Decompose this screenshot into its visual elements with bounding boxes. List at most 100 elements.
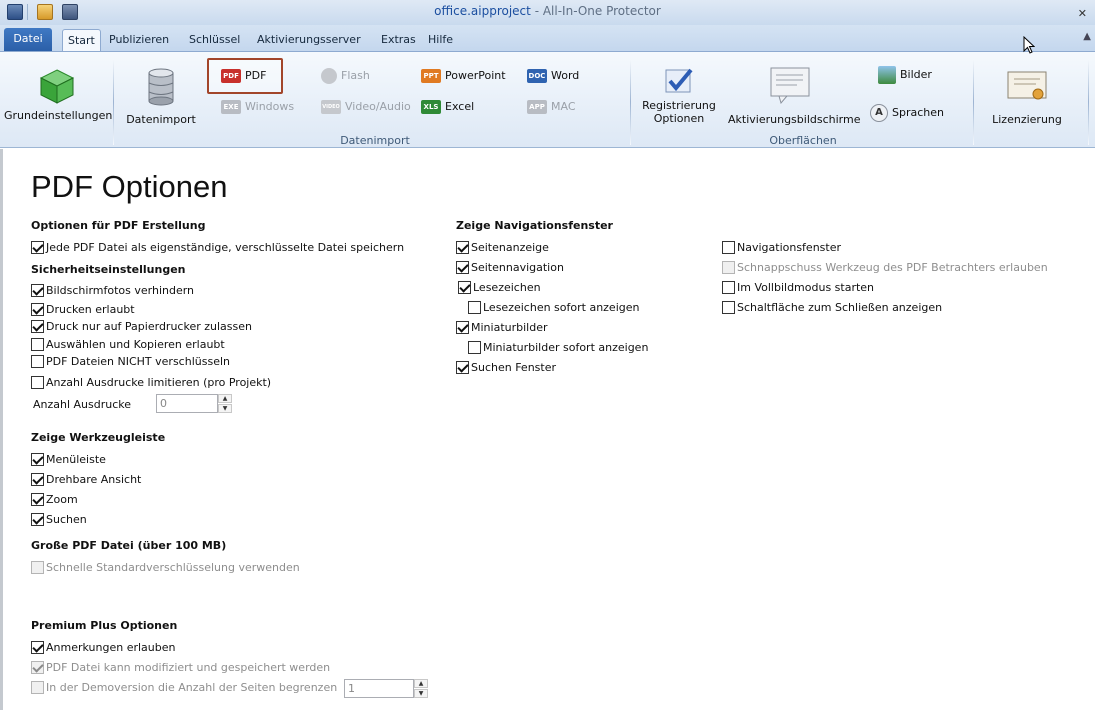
checkbox-box[interactable] [31,560,44,574]
checkbox-box[interactable] [31,375,44,389]
stepper-up-icon[interactable]: ▲ [218,394,232,403]
page-title: PDF Optionen [31,169,228,204]
demo-pages-stepper[interactable]: 1 ▲ ▼ [344,679,428,698]
checkbox-label: Im Vollbildmodus starten [737,281,875,294]
bookmarks-immediate-checkbox[interactable]: Lesezeichen sofort anzeigen [468,300,639,316]
print-count-input[interactable]: 0 [156,394,218,413]
pdf-import-button[interactable]: PDF PDF [221,66,266,86]
checkbox-box[interactable] [31,472,44,486]
search-checkbox[interactable]: Suchen [31,512,87,528]
print-allowed-checkbox[interactable]: Drucken erlaubt [31,302,135,318]
licensing-button[interactable]: Lizenzierung [985,58,1069,130]
checkbox-box[interactable] [456,260,469,274]
group-label-data-import: Datenimport [340,134,410,147]
checkbox-box[interactable] [31,354,44,368]
windows-import-button[interactable]: EXE Windows [221,97,294,117]
checkbox-box[interactable] [31,640,44,654]
fast-encryption-checkbox[interactable]: Schnelle Standardverschlüsselung verwend… [31,560,300,576]
checkbox-box[interactable] [31,319,44,333]
zoom-checkbox[interactable]: Zoom [31,492,78,508]
navigation-pane-checkbox[interactable]: Navigationsfenster [722,240,841,256]
window-title-separator: - [530,4,543,18]
stepper-up-icon[interactable]: ▲ [414,679,428,688]
fullscreen-start-checkbox[interactable]: Im Vollbildmodus starten [722,280,874,296]
demo-pages-input[interactable]: 1 [344,679,414,698]
thumbnails-checkbox[interactable]: Miniaturbilder [456,320,548,336]
word-import-button[interactable]: DOC Word [527,66,579,86]
page-display-checkbox[interactable]: Seitenanzeige [456,240,549,256]
mac-import-button[interactable]: APP MAC [527,97,576,117]
pdf-creation-heading: Optionen für PDF Erstellung [31,219,206,232]
tab-help[interactable]: Hilfe [423,29,458,51]
each-pdf-separate-checkbox[interactable]: Jede PDF Datei als eigenständige, versch… [31,240,404,256]
menubar-checkbox[interactable]: Menüleiste [31,452,106,468]
tab-publish[interactable]: Publizieren [104,29,174,51]
flash-import-button[interactable]: Flash [321,66,370,86]
thumbnails-immediate-checkbox[interactable]: Miniaturbilder sofort anzeigen [468,340,648,356]
modify-save-checkbox[interactable]: PDF Datei kann modifiziert und gespeiche… [31,660,330,676]
checkbox-box[interactable] [31,452,44,466]
tab-start[interactable]: Start [62,29,101,51]
checkbox-box[interactable] [722,240,735,254]
ribbon-collapse-icon[interactable]: ▲ [1083,31,1091,42]
registration-options-button[interactable]: Registrierung Optionen [640,58,718,130]
group-label-surfaces: Oberflächen [769,134,837,147]
search-window-checkbox[interactable]: Suchen Fenster [456,360,556,376]
checkbox-box[interactable] [31,302,44,316]
checkbox-box[interactable] [456,360,469,374]
ribbon-divider [973,59,974,145]
video-audio-import-button[interactable]: VIDEO Video/Audio [321,97,411,117]
checkbox-box[interactable] [31,660,44,674]
select-copy-checkbox[interactable]: Auswählen und Kopieren erlaubt [31,337,225,353]
tab-keys[interactable]: Schlüssel [184,29,245,51]
checkbox-box[interactable] [456,320,469,334]
languages-button[interactable]: A Sprachen [870,103,944,123]
title-bar: office.aipproject - All-In-One Protector… [0,0,1095,25]
no-encryption-checkbox[interactable]: PDF Dateien NICHT verschlüsseln [31,354,230,370]
print-count-stepper[interactable]: 0 ▲ ▼ [156,394,232,413]
checkbox-label: Menüleiste [46,453,106,466]
window-title: office.aipproject - All-In-One Protector [0,4,1095,18]
snapshot-tool-checkbox[interactable]: Schnappschuss Werkzeug des PDF Betrachte… [722,260,1048,276]
checkbox-box[interactable] [31,283,44,297]
checkbox-box[interactable] [31,337,44,351]
checkbox-box[interactable] [722,280,735,294]
basic-settings-button[interactable]: Grundeinstellungen [4,58,113,128]
tab-activation-server[interactable]: Aktivierungsserver [252,29,366,51]
app-icon: APP [527,100,547,114]
tab-extras[interactable]: Extras [376,29,421,51]
bookmarks-checkbox[interactable]: Lesezeichen [458,280,541,296]
basic-settings-label: Grundeinstellungen [4,109,113,122]
checkbox-box[interactable] [456,240,469,254]
checkbox-box[interactable] [458,280,471,294]
annotations-checkbox[interactable]: Anmerkungen erlauben [31,640,175,656]
page-navigation-checkbox[interactable]: Seitennavigation [456,260,564,276]
settings-cube-icon [39,69,75,104]
checkbox-box[interactable] [722,300,735,314]
powerpoint-import-button[interactable]: PPT PowerPoint [421,66,506,86]
excel-import-button[interactable]: XLS Excel [421,97,474,117]
checkbox-box[interactable] [468,340,481,354]
limit-prints-checkbox[interactable]: Anzahl Ausdrucke limitieren (pro Projekt… [31,375,271,391]
images-button[interactable]: Bilder [878,65,932,85]
tab-file[interactable]: Datei [4,28,52,51]
activation-screens-button[interactable]: Aktivierungsbildschirme [728,58,860,130]
checkbox-box[interactable] [722,260,735,274]
paper-printer-only-checkbox[interactable]: Druck nur auf Papierdrucker zulassen [31,319,252,335]
rotatable-view-checkbox[interactable]: Drehbare Ansicht [31,472,141,488]
prevent-screenshots-checkbox[interactable]: Bildschirmfotos verhindern [31,283,194,299]
image-icon [878,66,896,84]
stepper-down-icon[interactable]: ▼ [414,689,428,698]
close-button-checkbox[interactable]: Schaltfläche zum Schließen anzeigen [722,300,942,316]
demo-page-limit-checkbox[interactable]: In der Demoversion die Anzahl der Seiten… [31,680,337,696]
checkbox-box[interactable] [31,512,44,526]
data-import-button[interactable]: Datenimport [126,58,196,128]
toolbar-heading: Zeige Werkzeugleiste [31,431,166,444]
checkbox-box[interactable] [31,240,44,254]
checkbox-box[interactable] [468,300,481,314]
licensing-label: Lizenzierung [992,113,1062,126]
close-icon[interactable]: ✕ [1078,7,1087,20]
checkbox-box[interactable] [31,680,44,694]
checkbox-box[interactable] [31,492,44,506]
stepper-down-icon[interactable]: ▼ [218,404,232,413]
